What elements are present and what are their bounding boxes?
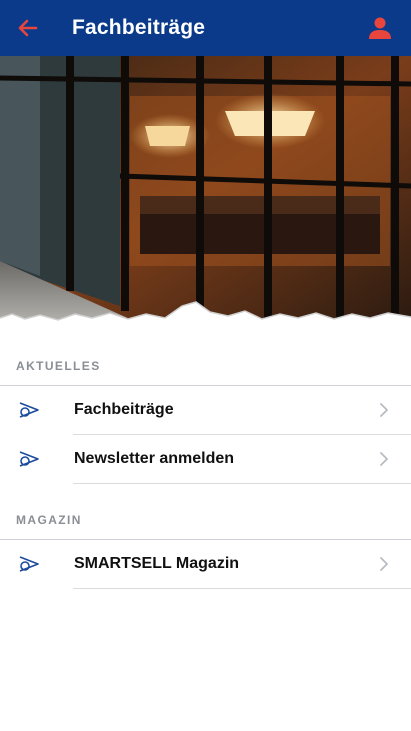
- hero-image: [0, 56, 411, 328]
- brand-logo-icon: [19, 556, 39, 572]
- app-bar: Fachbeiträge: [0, 0, 411, 56]
- list-item-label: Newsletter anmelden: [74, 450, 235, 467]
- page-title: Fachbeiträge: [72, 16, 206, 39]
- list-item-newsletter[interactable]: Newsletter anmelden: [0, 435, 411, 483]
- chevron-right-icon: [380, 452, 388, 466]
- divider: [73, 483, 411, 484]
- chevron-right-icon: [380, 403, 388, 417]
- arrow-left-icon[interactable]: [14, 14, 42, 42]
- user-icon[interactable]: [367, 15, 393, 41]
- list-item-label: SMARTSELL Magazin: [74, 555, 240, 572]
- section-label-magazin: MAGAZIN: [16, 513, 82, 527]
- chevron-right-icon: [380, 557, 388, 571]
- list-item-label: Fachbeiträge: [74, 401, 174, 418]
- divider: [73, 588, 411, 589]
- list-item-fachbeitraege[interactable]: Fachbeiträge: [0, 386, 411, 434]
- list-item-smartsell-magazin[interactable]: SMARTSELL Magazin: [0, 540, 411, 588]
- brand-logo-icon: [19, 451, 39, 467]
- brand-logo-icon: [19, 402, 39, 418]
- section-label-aktuelles: AKTUELLES: [16, 359, 101, 373]
